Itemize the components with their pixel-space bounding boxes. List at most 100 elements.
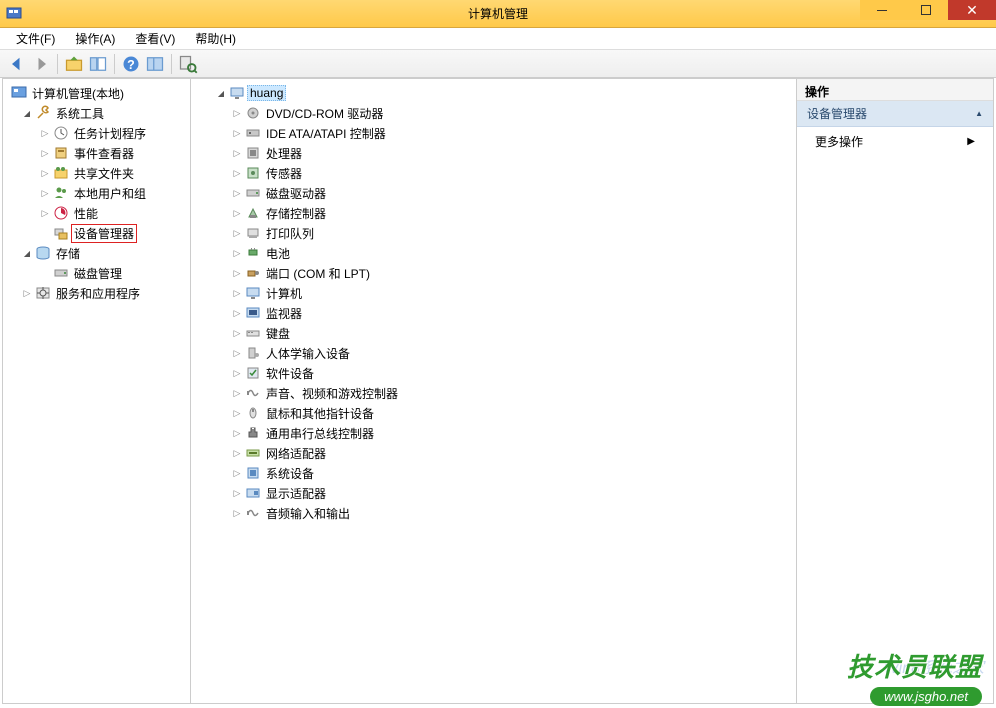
expand-icon[interactable] [231, 468, 243, 479]
services-icon [35, 285, 51, 301]
category-label: 端口 (COM 和 LPT) [263, 264, 373, 283]
expand-icon[interactable] [231, 288, 243, 299]
category-icon [245, 285, 261, 301]
category-icon [245, 465, 261, 481]
tree-computer-root[interactable]: huang [193, 83, 794, 103]
tree-local-users[interactable]: 本地用户和组 [5, 183, 188, 203]
device-category-row[interactable]: 系统设备 [193, 463, 794, 483]
tree-disk-mgmt[interactable]: 磁盘管理 [5, 263, 188, 283]
performance-label: 性能 [71, 204, 101, 223]
services-label: 服务和应用程序 [53, 284, 143, 303]
category-label: 声音、视频和游戏控制器 [263, 384, 401, 403]
forward-button[interactable] [30, 53, 52, 75]
expand-icon[interactable] [231, 368, 243, 379]
tools-icon [35, 105, 51, 121]
show-hide-button[interactable] [87, 53, 109, 75]
expand-icon[interactable] [231, 148, 243, 159]
expand-icon[interactable] [231, 508, 243, 519]
device-category-row[interactable]: DVD/CD-ROM 驱动器 [193, 103, 794, 123]
expand-icon[interactable] [21, 109, 33, 118]
expand-icon[interactable] [231, 388, 243, 399]
expand-icon[interactable] [231, 348, 243, 359]
expand-icon[interactable] [231, 308, 243, 319]
device-category-row[interactable]: IDE ATA/ATAPI 控制器 [193, 123, 794, 143]
device-category-row[interactable]: 软件设备 [193, 363, 794, 383]
device-category-row[interactable]: 打印队列 [193, 223, 794, 243]
tree-shared-folders[interactable]: 共享文件夹 [5, 163, 188, 183]
tree-event-viewer[interactable]: 事件查看器 [5, 143, 188, 163]
expand-icon[interactable] [231, 268, 243, 279]
category-icon [245, 245, 261, 261]
category-label: DVD/CD-ROM 驱动器 [263, 104, 386, 123]
tree-root[interactable]: 计算机管理(本地) [5, 83, 188, 103]
help-button[interactable]: ? [120, 53, 142, 75]
device-category-row[interactable]: 键盘 [193, 323, 794, 343]
collapse-icon: ▲ [975, 109, 983, 118]
expand-icon[interactable] [231, 448, 243, 459]
expand-icon[interactable] [231, 168, 243, 179]
expand-icon[interactable] [231, 248, 243, 259]
tree-device-manager[interactable]: 设备管理器 [5, 223, 188, 243]
back-button[interactable] [6, 53, 28, 75]
device-category-row[interactable]: 监视器 [193, 303, 794, 323]
menu-file[interactable]: 文件(F) [8, 28, 63, 49]
category-label: 通用串行总线控制器 [263, 424, 377, 443]
expand-icon[interactable] [231, 108, 243, 119]
clock-icon [53, 125, 69, 141]
device-category-row[interactable]: 处理器 [193, 143, 794, 163]
menu-view[interactable]: 查看(V) [127, 28, 183, 49]
tree-performance[interactable]: 性能 [5, 203, 188, 223]
device-category-row[interactable]: 电池 [193, 243, 794, 263]
expand-icon[interactable] [231, 328, 243, 339]
minimize-button[interactable] [860, 0, 904, 20]
shared-folders-label: 共享文件夹 [71, 164, 137, 183]
device-category-row[interactable]: 计算机 [193, 283, 794, 303]
device-category-row[interactable]: 网络适配器 [193, 443, 794, 463]
device-category-row[interactable]: 鼠标和其他指针设备 [193, 403, 794, 423]
computer-mgmt-icon [11, 85, 27, 101]
computer-name-label: huang [247, 85, 286, 101]
tree-storage[interactable]: 存储 [5, 243, 188, 263]
expand-icon[interactable] [231, 208, 243, 219]
watermark-url: www.jsgho.net [870, 687, 982, 706]
expand-icon[interactable] [231, 428, 243, 439]
expand-icon[interactable] [231, 488, 243, 499]
center-tree-pane: huang DVD/CD-ROM 驱动器IDE ATA/ATAPI 控制器处理器… [191, 79, 797, 703]
device-category-row[interactable]: 端口 (COM 和 LPT) [193, 263, 794, 283]
expand-icon[interactable] [39, 128, 51, 139]
expand-icon[interactable] [21, 249, 33, 258]
expand-icon[interactable] [21, 288, 33, 299]
expand-icon[interactable] [39, 148, 51, 159]
view-toggle-button[interactable] [144, 53, 166, 75]
device-category-row[interactable]: 显示适配器 [193, 483, 794, 503]
scan-button[interactable] [177, 53, 199, 75]
category-label: 显示适配器 [263, 484, 329, 503]
expand-icon[interactable] [231, 128, 243, 139]
device-mgr-icon [53, 225, 69, 241]
menu-action[interactable]: 操作(A) [67, 28, 123, 49]
device-category-row[interactable]: 声音、视频和游戏控制器 [193, 383, 794, 403]
expand-icon[interactable] [231, 408, 243, 419]
device-category-row[interactable]: 音频输入和输出 [193, 503, 794, 523]
maximize-button[interactable] [904, 0, 948, 20]
expand-icon[interactable] [39, 168, 51, 179]
expand-icon[interactable] [39, 208, 51, 219]
actions-section[interactable]: 设备管理器 ▲ [797, 101, 993, 127]
expand-icon[interactable] [215, 89, 227, 98]
device-category-row[interactable]: 传感器 [193, 163, 794, 183]
expand-icon[interactable] [231, 228, 243, 239]
device-category-row[interactable]: 人体学输入设备 [193, 343, 794, 363]
close-button[interactable]: ✕ [948, 0, 996, 20]
tree-task-scheduler[interactable]: 任务计划程序 [5, 123, 188, 143]
expand-icon[interactable] [231, 188, 243, 199]
up-button[interactable] [63, 53, 85, 75]
expand-icon[interactable] [39, 188, 51, 199]
menu-help[interactable]: 帮助(H) [187, 28, 244, 49]
device-category-row[interactable]: 通用串行总线控制器 [193, 423, 794, 443]
actions-more[interactable]: 更多操作 ▶ [797, 127, 993, 156]
category-label: 磁盘驱动器 [263, 184, 329, 203]
tree-services[interactable]: 服务和应用程序 [5, 283, 188, 303]
tree-system-tools[interactable]: 系统工具 [5, 103, 188, 123]
device-category-row[interactable]: 磁盘驱动器 [193, 183, 794, 203]
device-category-row[interactable]: 存储控制器 [193, 203, 794, 223]
